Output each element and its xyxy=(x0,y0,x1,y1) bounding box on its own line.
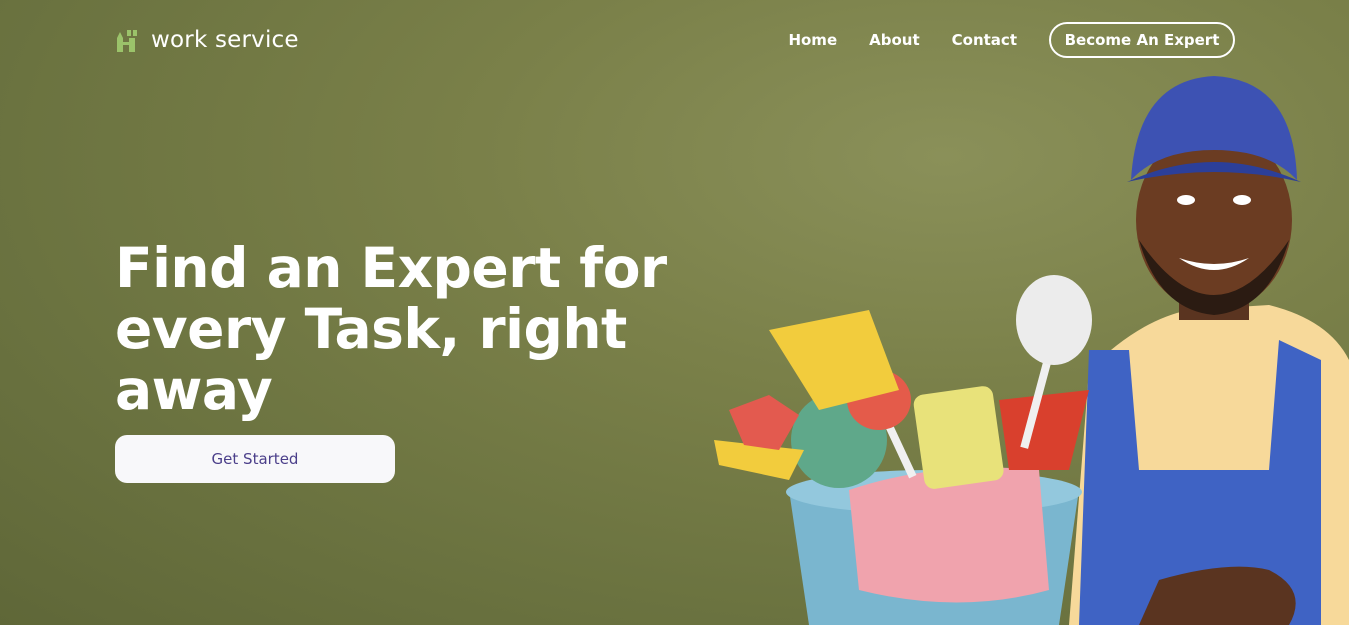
red-dustpan xyxy=(999,390,1089,470)
pink-cloth xyxy=(849,467,1049,603)
nav-contact[interactable]: Contact xyxy=(952,31,1017,49)
brand-name: work service xyxy=(151,27,299,53)
tools-logo-icon xyxy=(117,30,137,52)
worker-eye-left xyxy=(1177,195,1195,205)
nav-home[interactable]: Home xyxy=(788,31,837,49)
get-started-button[interactable]: Get Started xyxy=(115,435,395,483)
headline-line-1: Find an Expert for xyxy=(115,236,667,300)
become-expert-button[interactable]: Become An Expert xyxy=(1049,22,1235,58)
worker-eye-right xyxy=(1233,195,1251,205)
brand-logo[interactable]: work service xyxy=(115,27,299,53)
hero-headline: Find an Expert for every Task, right awa… xyxy=(115,238,675,421)
hero-section: Find an Expert for every Task, right awa… xyxy=(115,238,675,421)
nav-about[interactable]: About xyxy=(869,31,920,49)
site-header: work service Home About Contact Become A… xyxy=(0,0,1349,80)
spray-bottle xyxy=(729,395,799,450)
yellow-sponge xyxy=(913,386,1004,489)
hero-worker-photo xyxy=(714,76,1349,625)
main-nav: Home About Contact Become An Expert xyxy=(788,22,1235,58)
headline-line-3: away xyxy=(115,358,273,422)
white-brush xyxy=(1016,275,1092,365)
headline-line-2: every Task, right xyxy=(115,297,627,361)
